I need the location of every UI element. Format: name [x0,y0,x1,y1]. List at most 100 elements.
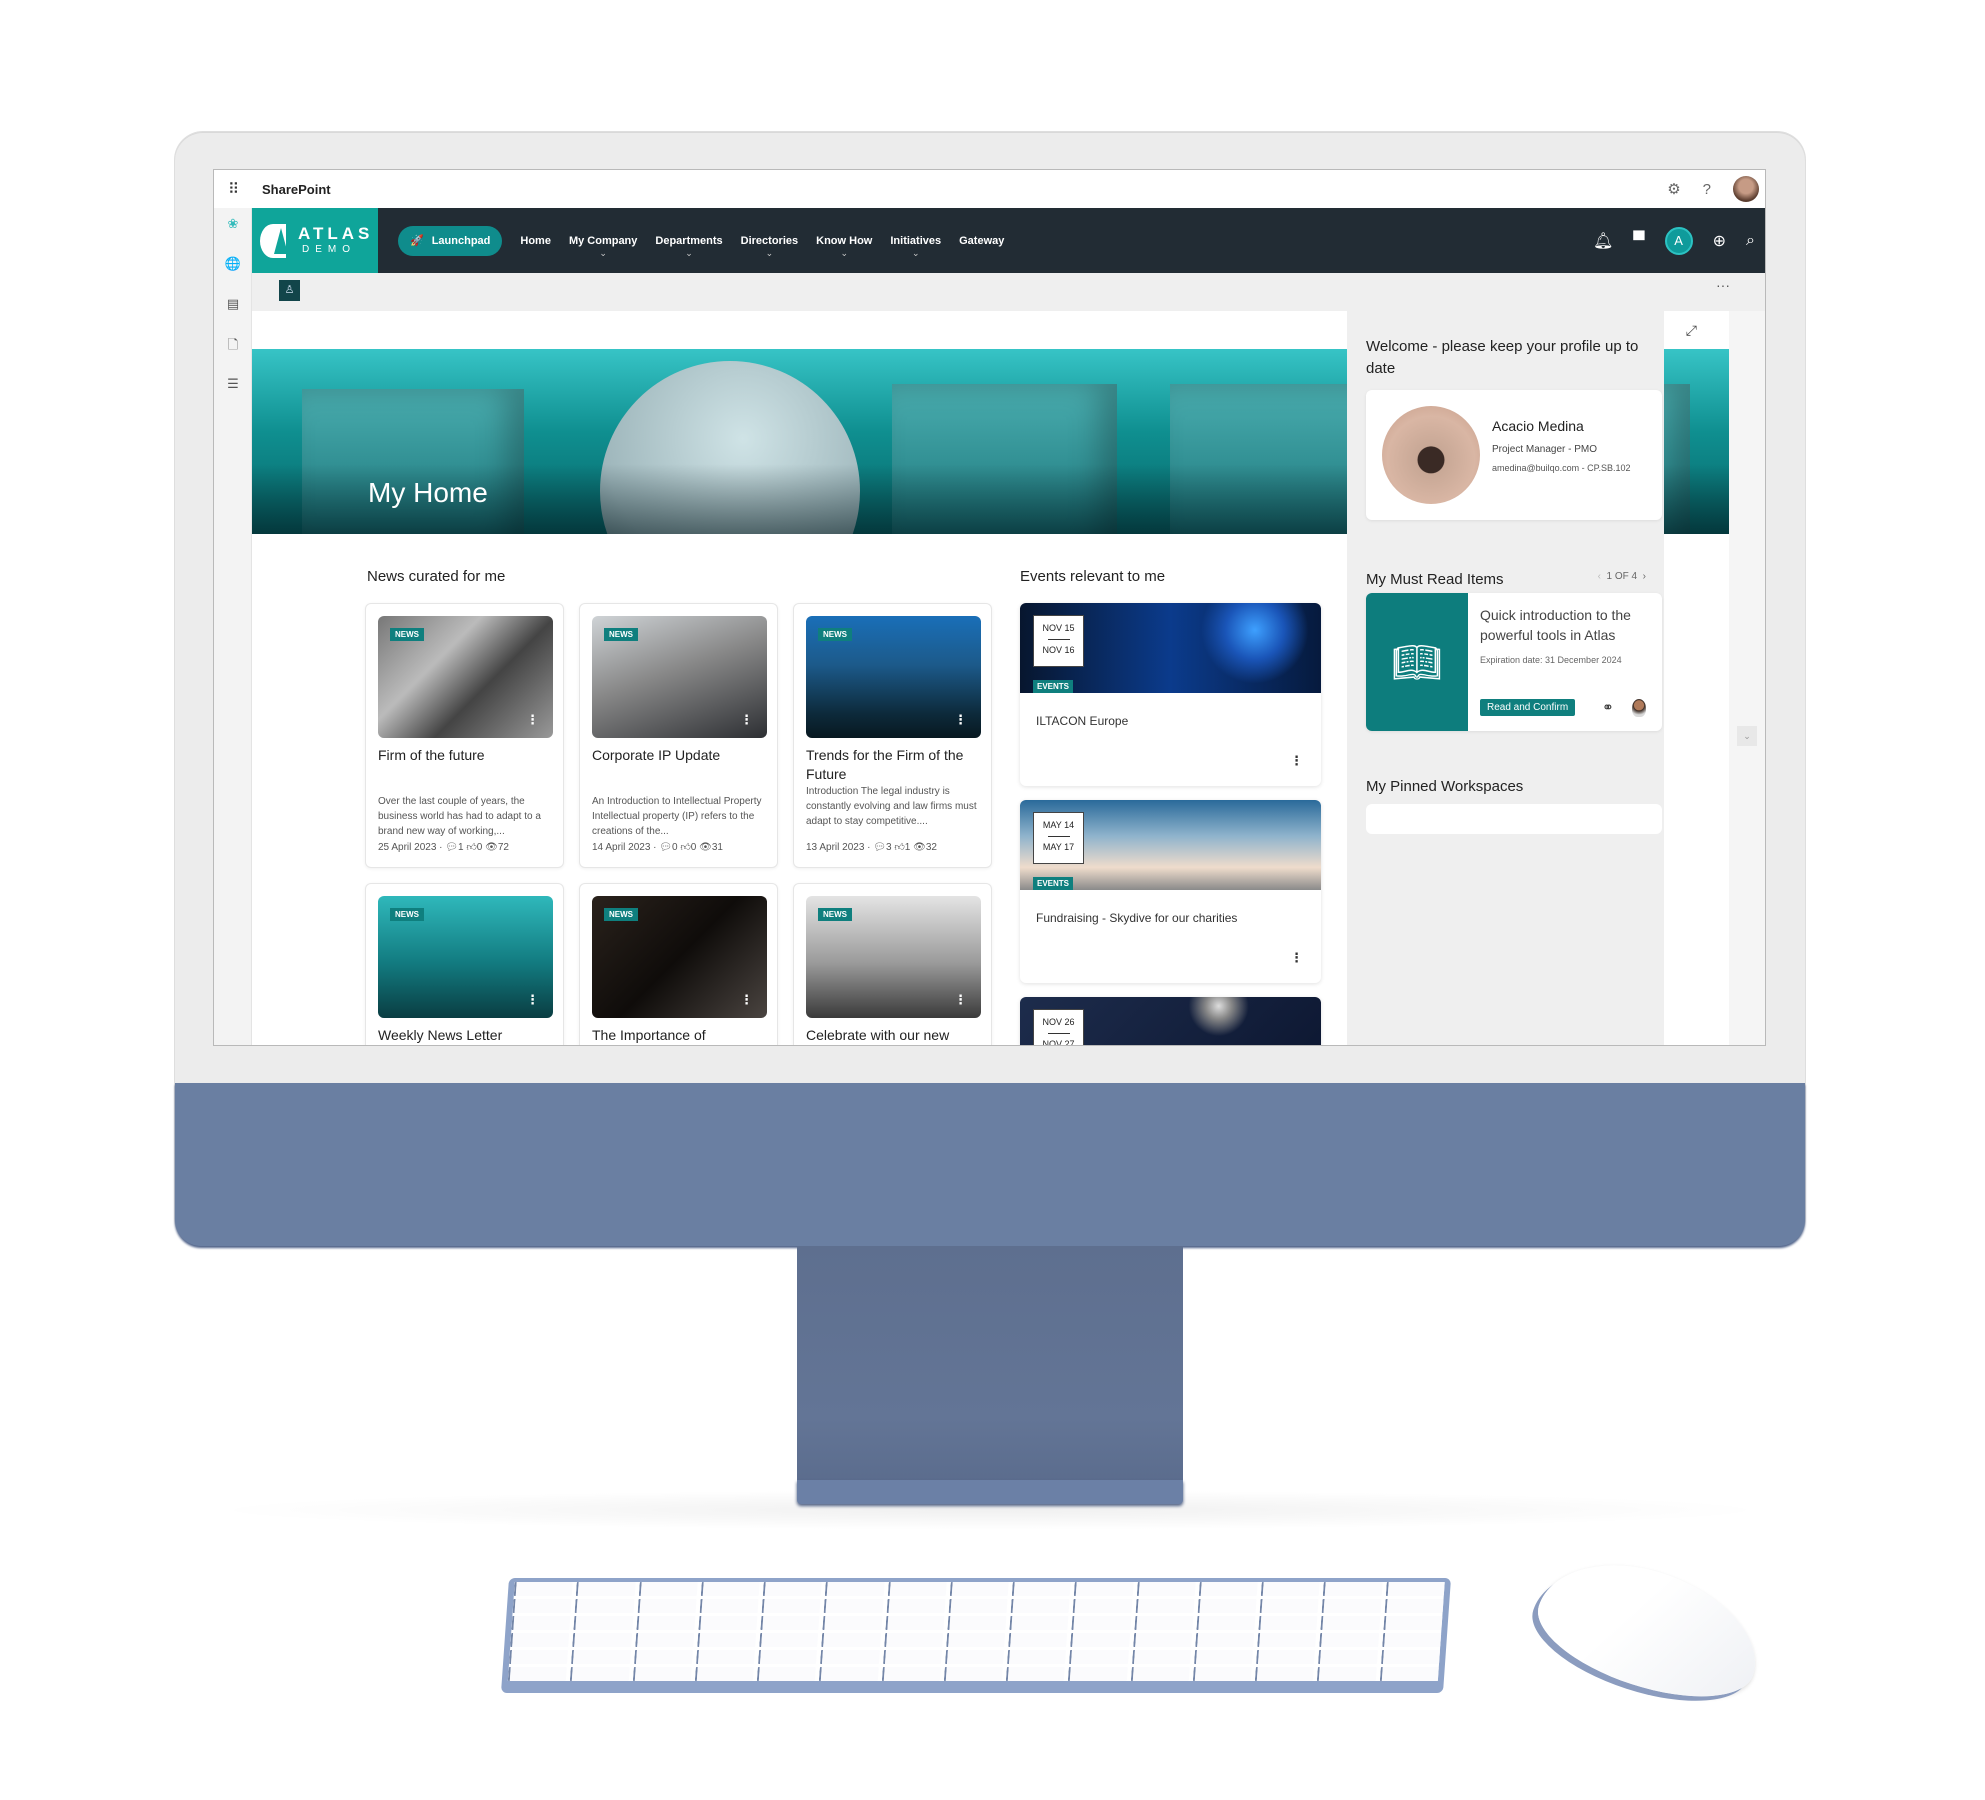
settings-icon[interactable]: ⚙ [1667,180,1680,198]
keyboard-key [638,1582,698,1596]
monitor-stand-foot [797,1480,1183,1504]
keyboard-key [887,1582,947,1596]
avatar[interactable] [1733,176,1759,202]
bell-icon[interactable]: 🔔︎ [1593,231,1613,251]
nav-item-directories[interactable]: Directories ⌄ [741,235,798,258]
nav-item-gateway[interactable]: Gateway [959,235,1004,247]
more-options-icon[interactable]: ⋮ [526,992,539,1008]
event-end: MAY 17 [1042,842,1075,852]
must-read-card[interactable]: 📖︎ Quick introduction to the powerful to… [1366,593,1662,731]
keyboard-key [1256,1650,1316,1664]
event-start: NOV 15 [1042,623,1075,633]
nav-label: Know How [816,234,873,247]
globe-icon[interactable]: 🌐 [214,256,252,272]
more-options-icon[interactable]: ⋮ [1290,950,1303,966]
comment-icon: 💬︎ [873,842,886,853]
keyboard-keys [507,1582,1445,1681]
monitor-chin [175,1083,1805,1246]
news-card[interactable]: NEWS ⋮ Celebrate with our new [793,883,992,1045]
news-card[interactable]: NEWS ⋮ Firm of the future Over the last … [365,603,564,868]
keyboard-key [948,1599,1008,1613]
like-icon: 👍︎ [466,842,477,853]
help-icon[interactable]: ? [1703,181,1711,198]
keyboard-key [822,1616,882,1630]
nav-label: My Company [568,234,638,247]
view-count: 72 [497,842,509,853]
view-count: 31 [711,842,723,853]
nav-item-home[interactable]: Home [520,235,551,247]
more-options-icon[interactable]: ⋮ [740,712,753,728]
pinned-workspaces-card [1366,804,1662,834]
chevron-right-icon[interactable]: › [1643,571,1646,582]
keyboard-key [947,1616,1007,1630]
keyboard-key [635,1616,696,1630]
site-icon[interactable]: ❀ [214,216,252,232]
nav-item-know-how[interactable]: Know How ⌄ [816,234,873,258]
keyboard-key [944,1650,1005,1664]
site-logo-icon[interactable]: ♙ [279,280,300,301]
atlas-logo[interactable]: ATLAS DEMO [252,208,378,273]
news-icon[interactable]: ▤ [214,296,252,312]
news-date: 25 April 2023 [378,842,437,853]
more-icon[interactable]: ··· [1716,277,1730,293]
keyboard-key [1008,1633,1068,1647]
event-card[interactable]: NOV 15 NOV 16 EVENTS ILTACON Europe ⋮ [1020,603,1321,786]
news-card[interactable]: NEWS ⋮ Corporate IP Update An Introducti… [579,603,778,868]
news-date: 14 April 2023 [592,842,651,853]
keyboard-key [1136,1582,1196,1596]
launchpad-button[interactable]: 🚀 Launchpad [398,225,503,256]
news-image: NEWS ⋮ [592,896,767,1018]
suite-bar: ⠿ SharePoint ⚙ ? [214,170,1765,208]
event-end: NOV 16 [1042,645,1075,655]
keyboard-key [512,1599,572,1613]
news-card[interactable]: NEWS ⋮ Trends for the Firm of the Future… [793,603,992,868]
keyboard-key [825,1582,885,1596]
nav-item-departments[interactable]: Departments ⌄ [655,235,722,258]
nav-item-my-company[interactable]: My Company ⌄ [568,234,638,258]
keyboard-key [1258,1616,1318,1630]
news-image: NEWS ⋮ [378,616,553,738]
chevron-left-icon[interactable]: ‹ [1598,571,1601,582]
search-icon[interactable]: ⌕ [1746,232,1755,250]
more-options-icon[interactable]: ⋮ [954,992,967,1008]
news-title: Corporate IP Update [592,747,721,763]
atlas-assistant-icon[interactable]: A [1664,226,1693,255]
keyboard-key [1379,1667,1439,1681]
more-options-icon[interactable]: ⋮ [740,992,753,1008]
keyboard-key [1317,1667,1377,1681]
keyboard-key [819,1667,879,1681]
expiration-date: Expiration date: 31 December 2024 [1480,655,1622,665]
keyboard-key [634,1633,694,1647]
lists-icon[interactable]: ☰ [214,376,252,392]
news-card[interactable]: NEWS ⋮ Weekly News Letter [365,883,564,1045]
app-name[interactable]: SharePoint [262,182,331,197]
add-icon[interactable]: ⊕ [1713,231,1726,251]
event-card[interactable]: MAY 14 MAY 17 EVENTS Fundraising - Skydiv… [1020,800,1321,983]
event-card[interactable]: NOV 26 NOV 27 [1020,997,1321,1045]
page-icon[interactable]: 🗋 [214,336,252,358]
sharepoint-icon: ⚭ [1602,699,1614,715]
keyboard-key [1322,1599,1382,1613]
expand-icon[interactable]: ⤢ [1686,322,1697,339]
keyboard-key [573,1616,633,1630]
profile-email: amedina@builqo.com - CP.SB.102 [1492,463,1631,473]
news-title: Trends for the Firm of the Future [806,747,964,782]
site-navigation: ATLAS DEMO 🚀 Launchpad Home My Company ⌄ … [252,208,1765,273]
news-card[interactable]: NEWS ⋮ The Importance of [579,883,778,1045]
keyboard-key [572,1633,632,1647]
more-options-icon[interactable]: ⋮ [1290,753,1303,769]
launchpad-label: Launchpad [431,234,491,247]
chevron-down-icon: ⌄ [765,247,774,258]
book-reader-icon: 📖︎ [1366,593,1468,731]
chat-icon[interactable]: ▀ [1633,232,1644,250]
more-options-icon[interactable]: ⋮ [526,712,539,728]
profile-card[interactable]: Acacio Medina Project Manager - PMO amed… [1366,390,1662,520]
nav-item-initiatives[interactable]: Initiatives ⌄ [890,235,941,258]
read-and-confirm-button[interactable]: Read and Confirm [1480,699,1576,716]
events-badge: EVENTS [1033,877,1074,890]
monitor-stand [797,1246,1183,1492]
more-options-icon[interactable]: ⋮ [954,712,967,728]
waffle-icon[interactable]: ⠿ [214,180,252,198]
like-count: 0 [690,842,697,853]
scroll-down-button[interactable]: ⌄ [1737,726,1757,746]
